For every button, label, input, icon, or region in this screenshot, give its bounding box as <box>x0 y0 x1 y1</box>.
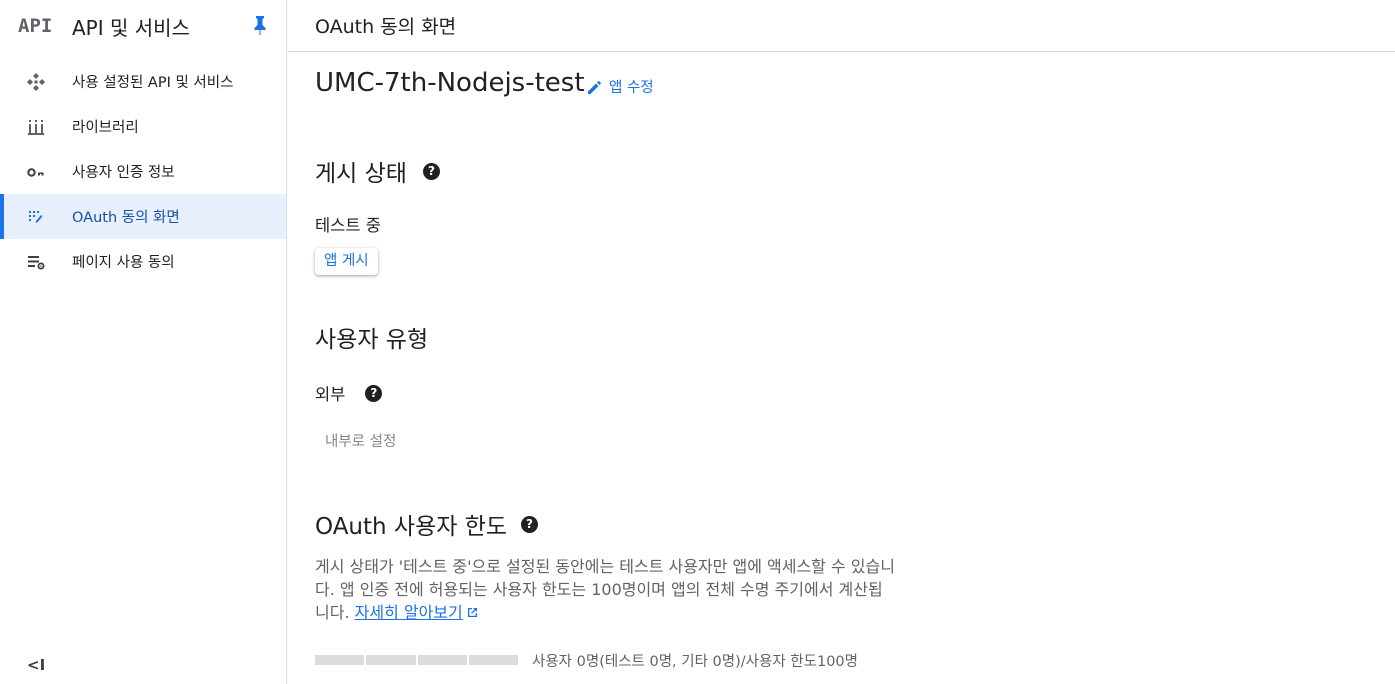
learn-more-label: 자세히 알아보기 <box>354 603 463 622</box>
sidebar-nav: 사용 설정된 API 및 서비스 라이브러리 사용자 인증 정보 OAuth 동… <box>0 59 286 284</box>
sidebar-item-label: 페이지 사용 동의 <box>72 255 175 271</box>
sidebar: API API 및 서비스 사용 설정된 API 및 서비스 라이브러리 사용자… <box>0 0 287 684</box>
sidebar-item-label: OAuth 동의 화면 <box>72 210 180 226</box>
make-internal-button[interactable]: 내부로 설정 <box>325 430 396 451</box>
sidebar-header: API API 및 서비스 <box>0 0 286 52</box>
edit-app-label: 앱 수정 <box>609 80 654 96</box>
api-logo: API <box>18 15 53 37</box>
learn-more-link[interactable]: 자세히 알아보기 <box>355 603 463 622</box>
pencil-icon <box>588 80 601 94</box>
user-limit-usage-text: 사용자 0명(테스트 0명, 기타 0명)/사용자 한도100명 <box>532 654 858 670</box>
pin-icon[interactable] <box>250 14 270 36</box>
sidebar-item-page-usage[interactable]: 페이지 사용 동의 <box>0 239 286 284</box>
help-icon[interactable]: ? <box>422 162 440 180</box>
page-usage-settings-icon <box>28 256 45 270</box>
user-limit-heading: OAuth 사용자 한도 ? <box>315 507 539 541</box>
help-icon[interactable]: ? <box>521 515 539 533</box>
sidebar-item-enabled-apis[interactable]: 사용 설정된 API 및 서비스 <box>0 59 286 104</box>
user-type-title: 사용자 유형 <box>315 327 429 353</box>
publish-app-button[interactable]: 앱 게시 <box>315 248 378 275</box>
top-bar: OAuth 동의 화면 <box>288 0 1395 52</box>
sidebar-item-credentials[interactable]: 사용자 인증 정보 <box>0 149 286 194</box>
publish-status-value: 테스트 중 <box>315 212 381 236</box>
progress-segment <box>417 655 467 665</box>
user-type-value: 외부 ? <box>315 381 383 405</box>
sidebar-item-label: 사용 설정된 API 및 서비스 <box>72 75 234 91</box>
user-type-heading: 사용자 유형 <box>315 320 428 354</box>
user-type-text: 외부 <box>315 385 346 404</box>
progress-segment <box>315 655 365 665</box>
api-diamond-icon <box>27 73 45 91</box>
key-icon <box>27 168 44 177</box>
sidebar-item-label: 사용자 인증 정보 <box>72 165 175 181</box>
publish-status-text: 테스트 중 <box>315 216 381 235</box>
sidebar-item-oauth-consent[interactable]: OAuth 동의 화면 <box>0 194 286 239</box>
app-name-heading: UMC-7th-Nodejs-test <box>315 68 585 98</box>
progress-segment <box>366 655 416 665</box>
page-title: OAuth 동의 화면 <box>315 16 457 38</box>
sidebar-item-label: 라이브러리 <box>72 120 139 136</box>
oauth-consent-icon <box>29 211 43 223</box>
edit-app-button[interactable]: 앱 수정 <box>585 76 654 97</box>
publish-status-title: 게시 상태 <box>315 161 407 187</box>
collapse-sidebar-button[interactable]: <I <box>27 656 45 674</box>
help-icon[interactable]: ? <box>365 384 383 402</box>
library-icon <box>28 120 44 135</box>
sidebar-title: API 및 서비스 <box>72 15 190 40</box>
publish-status-heading: 게시 상태 ? <box>315 154 440 188</box>
user-limit-title: OAuth 사용자 한도 <box>315 514 508 540</box>
user-limit-description: 게시 상태가 '테스트 중'으로 설정된 동안에는 테스트 사용자만 앱에 액세… <box>315 555 895 624</box>
sidebar-item-library[interactable]: 라이브러리 <box>0 104 286 149</box>
progress-segment <box>468 655 518 665</box>
user-limit-progress-bar <box>315 655 518 665</box>
external-link-icon <box>467 608 477 617</box>
